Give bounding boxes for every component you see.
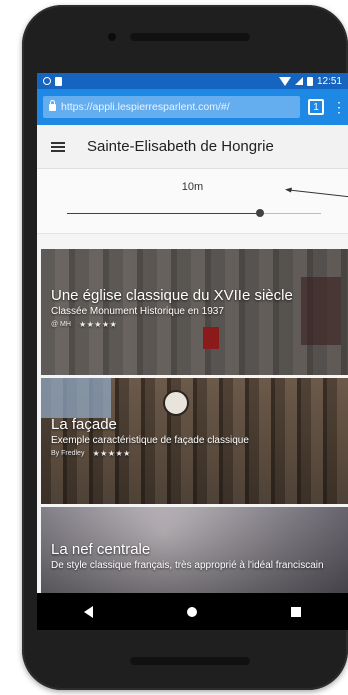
card-meta: By Fredley ★★★★★ bbox=[51, 449, 342, 458]
bottom-speaker bbox=[130, 657, 250, 665]
wifi-icon bbox=[278, 76, 291, 86]
back-icon[interactable] bbox=[84, 605, 93, 618]
card-meta: @ MH ★★★★★ bbox=[51, 320, 342, 329]
tab-count: 1 bbox=[313, 101, 319, 113]
battery-icon bbox=[306, 76, 313, 86]
lock-icon bbox=[49, 99, 56, 111]
app-header: Sainte-Elisabeth de Hongrie bbox=[37, 125, 348, 169]
android-nav-bar bbox=[37, 593, 348, 630]
card-subtitle: Exemple caractéristique de façade classi… bbox=[51, 435, 249, 446]
page-title: Sainte-Elisabeth de Hongrie bbox=[87, 138, 274, 155]
card-subtitle: De style classique français, très approp… bbox=[51, 560, 324, 571]
card-credit: @ MH bbox=[51, 321, 71, 328]
card-rating: ★★★★★ bbox=[92, 449, 131, 458]
status-bar: 12:51 bbox=[37, 73, 348, 89]
distance-slider-panel: 10m bbox=[37, 169, 348, 234]
home-icon[interactable] bbox=[187, 606, 197, 617]
browser-toolbar: https://appli.lespierresparlent.com/#/ 1… bbox=[37, 89, 348, 125]
card-text: La façade Exemple caractéristique de faç… bbox=[51, 416, 342, 458]
phone-screen: 12:51 https://appli.lespierresparlent.co… bbox=[37, 73, 348, 630]
poi-card[interactable]: La nef centrale De style classique franç… bbox=[41, 507, 348, 593]
card-subtitle: Classée Monument Historique en 1937 bbox=[51, 306, 224, 317]
card-rating: ★★★★★ bbox=[78, 320, 118, 329]
annotation-arrow bbox=[285, 187, 348, 198]
card-text: La nef centrale De style classique franç… bbox=[51, 541, 342, 572]
card-title: La nef centrale bbox=[51, 541, 151, 558]
status-time: 12:51 bbox=[316, 75, 342, 87]
distance-slider[interactable] bbox=[67, 209, 321, 217]
signal-icon bbox=[294, 77, 303, 85]
poi-card[interactable]: La façade Exemple caractéristique de faç… bbox=[41, 378, 348, 504]
slider-fill bbox=[67, 213, 261, 214]
card-title: Une église classique du XVIIe siècle bbox=[51, 287, 293, 304]
front-camera bbox=[108, 33, 116, 41]
hamburger-menu-icon[interactable] bbox=[51, 141, 65, 152]
poi-card[interactable]: Une église classique du XVIIe siècle Cla… bbox=[41, 249, 348, 375]
card-title: La façade bbox=[51, 416, 117, 433]
slider-thumb[interactable] bbox=[256, 209, 265, 217]
sync-icon bbox=[43, 77, 51, 85]
notification-icon bbox=[55, 76, 62, 86]
card-text: Une église classique du XVIIe siècle Cla… bbox=[51, 287, 342, 329]
url-text: https://appli.lespierresparlent.com/#/ bbox=[61, 101, 230, 113]
browser-menu-button[interactable]: ⋮ bbox=[332, 100, 346, 114]
earpiece-speaker bbox=[130, 33, 250, 41]
recent-apps-icon[interactable] bbox=[291, 606, 301, 617]
url-field[interactable]: https://appli.lespierresparlent.com/#/ bbox=[43, 96, 300, 118]
tabs-button[interactable]: 1 bbox=[308, 99, 324, 115]
card-credit: By Fredley bbox=[51, 450, 85, 457]
